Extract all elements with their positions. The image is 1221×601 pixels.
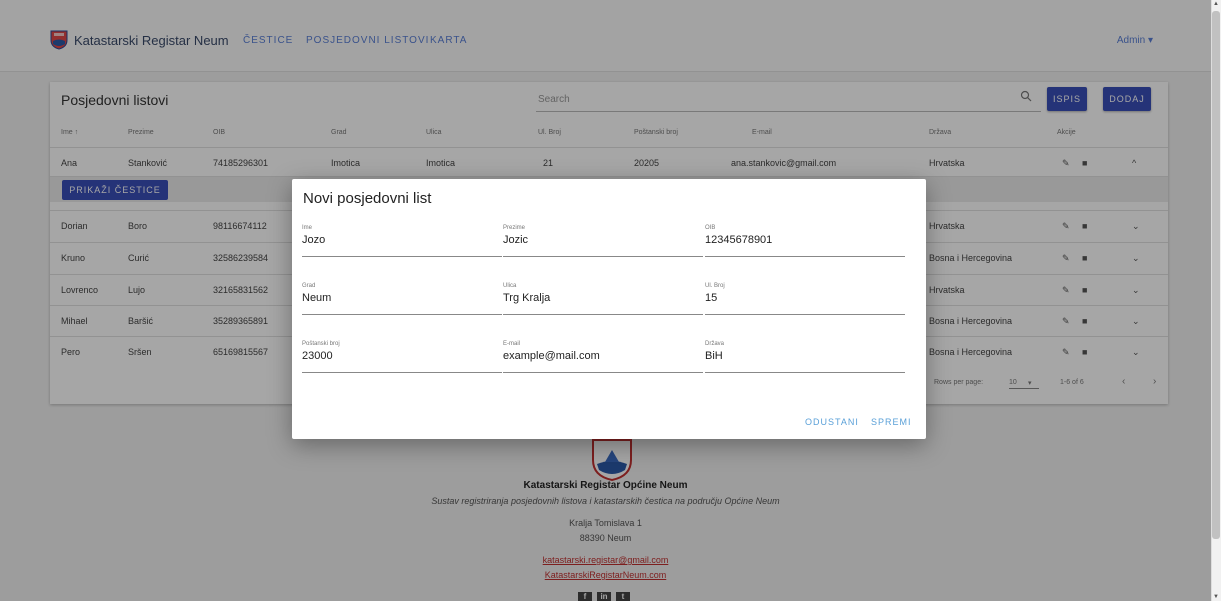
scroll-down-arrow-icon[interactable]: ▼ bbox=[1213, 594, 1219, 600]
ulica-value: Trg Kralja bbox=[503, 292, 551, 304]
email-field[interactable]: E-mail example@mail.com bbox=[503, 341, 703, 373]
prezime-value: Jozic bbox=[503, 234, 529, 246]
oib-label: OIB bbox=[705, 225, 716, 231]
drzava-field[interactable]: Država BiH bbox=[705, 341, 905, 373]
email-label: E-mail bbox=[503, 341, 521, 347]
prezime-field[interactable]: Prezime Jozic bbox=[503, 225, 703, 257]
ime-value: Jozo bbox=[302, 234, 326, 246]
page-scrollbar[interactable]: ▲ ▼ bbox=[1211, 0, 1221, 601]
prezime-label: Prezime bbox=[503, 225, 526, 231]
oib-value: 12345678901 bbox=[705, 234, 773, 246]
grad-field[interactable]: Grad Neum bbox=[302, 283, 502, 315]
ul-broj-value: 15 bbox=[705, 292, 718, 304]
postanski-broj-value: 23000 bbox=[302, 350, 333, 362]
grad-label: Grad bbox=[302, 283, 316, 289]
ime-label: Ime bbox=[302, 225, 313, 231]
ulica-label: Ulica bbox=[503, 283, 517, 289]
scrollbar-thumb[interactable] bbox=[1212, 11, 1220, 539]
ime-field[interactable]: Ime Jozo bbox=[302, 225, 502, 257]
ul-broj-field[interactable]: Ul. Broj 15 bbox=[705, 283, 905, 315]
spremi-button[interactable]: SPREMI bbox=[871, 417, 912, 427]
postanski-broj-label: Poštanski broj bbox=[302, 341, 340, 347]
scroll-up-arrow-icon[interactable]: ▲ bbox=[1213, 1, 1219, 7]
postanski-broj-field[interactable]: Poštanski broj 23000 bbox=[302, 341, 502, 373]
grad-value: Neum bbox=[302, 292, 332, 304]
odustani-button[interactable]: ODUSTANI bbox=[805, 417, 859, 427]
ul-broj-label: Ul. Broj bbox=[705, 283, 725, 289]
dialog-title: Novi posjedovni list bbox=[303, 190, 432, 207]
ulica-field[interactable]: Ulica Trg Kralja bbox=[503, 283, 703, 315]
oib-field[interactable]: OIB 12345678901 bbox=[705, 225, 905, 257]
drzava-label: Država bbox=[705, 341, 725, 347]
novi-posjedovni-list-dialog: Novi posjedovni list Ime Jozo Prezime Jo… bbox=[292, 179, 926, 439]
drzava-value: BiH bbox=[705, 350, 723, 362]
email-value: example@mail.com bbox=[503, 350, 600, 362]
